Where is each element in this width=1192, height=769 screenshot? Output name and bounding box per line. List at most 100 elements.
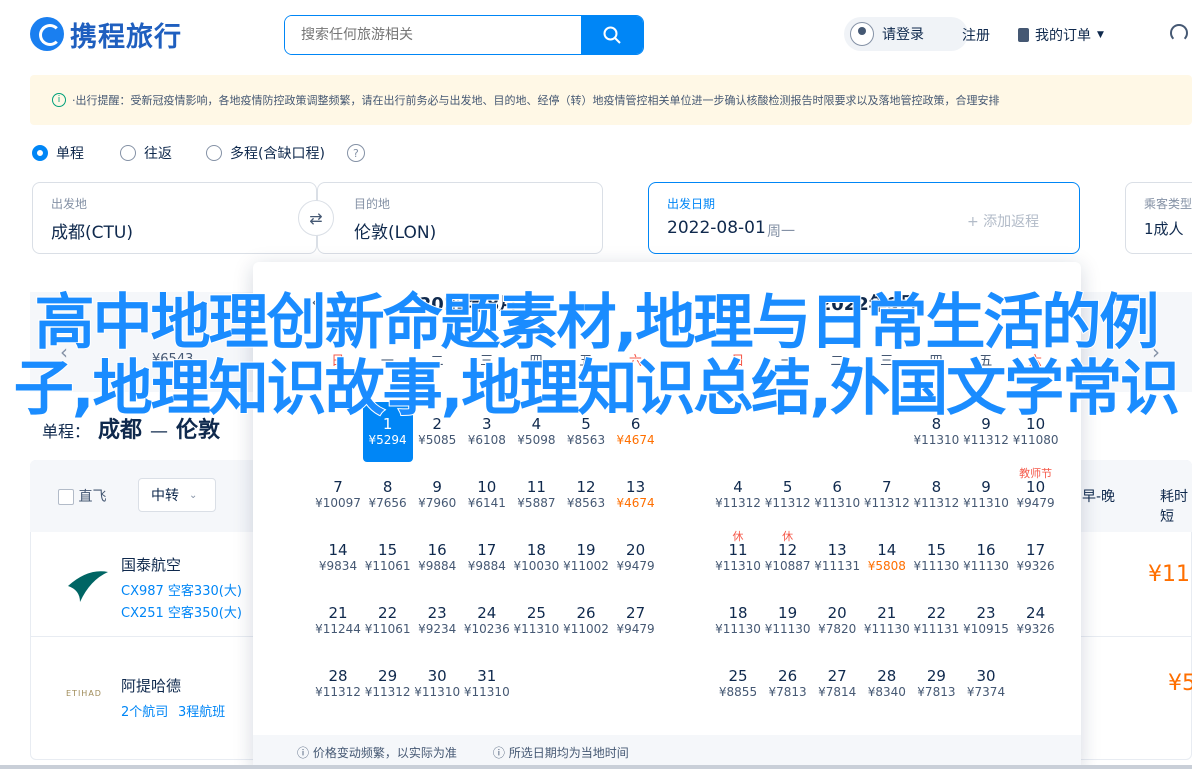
date-field[interactable]: 出发日期 2022-08-01 周一 + 添加返程 — [648, 182, 1080, 254]
calendar-day[interactable]: 11 ¥5887 — [511, 465, 561, 525]
calendar-day[interactable]: 24 ¥10236 — [462, 591, 512, 651]
day-price: ¥11002 — [563, 622, 609, 636]
search-icon — [603, 26, 621, 44]
calendar-day[interactable]: 21 ¥11130 — [862, 591, 912, 651]
help-icon[interactable]: ? — [346, 144, 365, 162]
calendar-day[interactable]: 31 ¥11310 — [462, 654, 512, 714]
calendar-day[interactable]: 13 ¥11131 — [812, 528, 862, 588]
sort-time[interactable]: 早-晚 — [1082, 486, 1115, 506]
calendar-day[interactable]: 7 ¥11312 — [862, 465, 912, 525]
calendar-day[interactable]: 20 ¥9479 — [611, 528, 661, 588]
calendar-day[interactable]: 24 ¥9326 — [1011, 591, 1061, 651]
trip-type-roundtrip[interactable]: 往返 — [120, 143, 172, 163]
calendar-day[interactable]: 26 ¥7813 — [763, 654, 813, 714]
calendar-day[interactable]: 教师节 10 ¥9479 — [1011, 465, 1061, 525]
calendar-day[interactable]: 6 ¥11310 — [812, 465, 862, 525]
calendar-day[interactable]: 25 ¥11310 — [511, 591, 561, 651]
calendar-day[interactable]: 19 ¥11002 — [561, 528, 611, 588]
day-price: ¥10236 — [463, 622, 510, 636]
calendar-day[interactable]: 4 ¥11312 — [713, 465, 763, 525]
calendar-day[interactable]: 10 ¥6141 — [462, 465, 512, 525]
headset-icon[interactable] — [1170, 24, 1188, 42]
calendar-day[interactable]: 25 ¥8855 — [713, 654, 763, 714]
day-number: 29 — [926, 667, 946, 685]
calendar-day[interactable]: 23 ¥9234 — [412, 591, 462, 651]
calendar-day[interactable]: 休 12 ¥10887 — [763, 528, 813, 588]
day-number: 17 — [1026, 541, 1046, 559]
calendar-day[interactable]: 5 ¥11312 — [763, 465, 813, 525]
day-price: ¥11061 — [364, 622, 411, 636]
calendar-day[interactable]: 30 ¥7374 — [961, 654, 1011, 714]
day-price: ¥11312 — [963, 433, 1009, 447]
calendar-day[interactable]: 28 ¥8340 — [862, 654, 912, 714]
calendar-day[interactable]: 26 ¥11002 — [561, 591, 611, 651]
day-number: 31 — [477, 667, 497, 685]
calendar-day[interactable]: 29 ¥7813 — [911, 654, 961, 714]
calendar-day[interactable]: 22 ¥11061 — [363, 591, 413, 651]
day-price: ¥11310 — [715, 559, 761, 573]
filter-transfer-select[interactable]: 中转 ⌄ — [138, 478, 216, 512]
calendar-day[interactable]: 17 ¥9326 — [1011, 528, 1061, 588]
register-link[interactable]: 注册 — [962, 25, 990, 45]
login-button[interactable]: 请登录 — [844, 17, 968, 51]
calendar-day[interactable]: 20 ¥7820 — [812, 591, 862, 651]
swap-button[interactable]: ⇄ — [298, 200, 334, 236]
destination-field[interactable]: 目的地 伦敦(LON) — [317, 182, 603, 254]
day-price: ¥11310 — [414, 685, 461, 699]
sort-duration[interactable]: 耗时短 — [1160, 486, 1192, 526]
day-price: ¥10097 — [315, 496, 361, 510]
calendar-day[interactable]: 16 ¥11130 — [961, 528, 1011, 588]
trip-type-oneway[interactable]: 单程 — [32, 143, 84, 163]
calendar-day[interactable]: 8 ¥11312 — [911, 465, 961, 525]
calendar-day[interactable]: 7 ¥10097 — [313, 465, 363, 525]
day-price: ¥11061 — [364, 559, 411, 573]
filter-direct[interactable]: 直飞 — [58, 486, 106, 506]
day-number: 18 — [526, 541, 546, 559]
origin-field[interactable]: 出发地 成都(CTU) — [32, 182, 317, 254]
add-return-button[interactable]: + 添加返程 — [967, 211, 1039, 231]
calendar-day[interactable]: 22 ¥11131 — [911, 591, 961, 651]
day-number: 8 — [382, 478, 393, 496]
filter-direct-label: 直飞 — [78, 489, 107, 505]
calendar-day[interactable]: 28 ¥11312 — [313, 654, 363, 714]
bottom-scrollbar[interactable] — [0, 765, 1192, 769]
calendar-day[interactable]: 19 ¥11130 — [763, 591, 813, 651]
dolphin-icon — [30, 17, 64, 51]
calendar-day[interactable]: 8 ¥7656 — [363, 465, 413, 525]
day-number: 10 — [477, 478, 497, 496]
day-price: ¥11310 — [814, 496, 861, 510]
calendar-day[interactable]: 21 ¥11244 — [313, 591, 363, 651]
calendar-day[interactable]: 30 ¥11310 — [412, 654, 462, 714]
calendar-day[interactable]: 29 ¥11312 — [363, 654, 413, 714]
calendar-day[interactable]: 17 ¥9884 — [462, 528, 512, 588]
day-number: 26 — [576, 604, 596, 622]
calendar-day[interactable]: 15 ¥11061 — [363, 528, 413, 588]
calendar-day[interactable]: 休 11 ¥11310 — [713, 528, 763, 588]
calendar-day[interactable]: 12 ¥8563 — [561, 465, 611, 525]
trip-type-label: 往返 — [144, 146, 172, 162]
search-input[interactable] — [285, 16, 581, 54]
calendar-day[interactable]: 18 ¥11130 — [713, 591, 763, 651]
trip-type-multi[interactable]: 多程(含缺口程) — [206, 143, 325, 163]
day-number: 10 — [1026, 478, 1046, 496]
calendar-day[interactable]: 13 ¥4674 — [611, 465, 661, 525]
calendar-day[interactable]: 15 ¥11130 — [911, 528, 961, 588]
calendar-day[interactable]: 23 ¥10915 — [961, 591, 1011, 651]
trip-type-label: 多程(含缺口程) — [230, 146, 325, 162]
calendar-day[interactable]: 18 ¥10030 — [511, 528, 561, 588]
calendar-day[interactable]: 14 ¥5808 — [862, 528, 912, 588]
day-price: ¥11310 — [913, 433, 960, 447]
calendar-day[interactable]: 9 ¥7960 — [412, 465, 462, 525]
passenger-field[interactable]: 乘客类型 1成人 — [1125, 182, 1192, 254]
brand-logo[interactable]: 携程旅行 — [30, 12, 182, 56]
orders-menu[interactable]: 我的订单 ▼ — [1018, 25, 1104, 45]
calendar-day[interactable]: 16 ¥9884 — [412, 528, 462, 588]
calendar-day[interactable]: 9 ¥11310 — [961, 465, 1011, 525]
day-number: 5 — [782, 478, 793, 496]
search-button[interactable] — [581, 16, 643, 54]
day-price: ¥5808 — [867, 559, 906, 573]
calendar-day[interactable]: 27 ¥7814 — [812, 654, 862, 714]
calendar-day[interactable]: 14 ¥9834 — [313, 528, 363, 588]
calendar-day[interactable]: 27 ¥9479 — [611, 591, 661, 651]
day-number: 11 — [526, 478, 546, 496]
